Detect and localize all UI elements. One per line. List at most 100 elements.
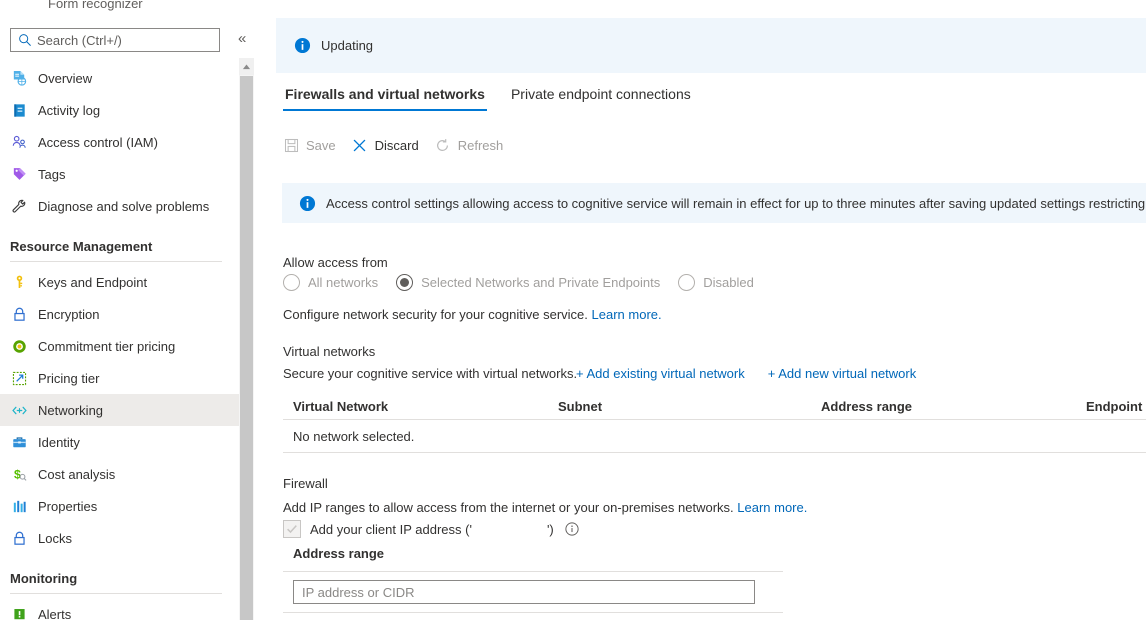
radio-disabled[interactable]: Disabled xyxy=(678,274,754,291)
activity-log-icon xyxy=(10,101,28,119)
tab-private-endpoint-connections[interactable]: Private endpoint connections xyxy=(509,86,693,111)
virtual-networks-title: Virtual networks xyxy=(283,344,375,359)
radio-label: All networks xyxy=(308,275,378,290)
column-header-address-range[interactable]: Address range xyxy=(821,399,912,414)
discard-icon xyxy=(352,137,368,153)
sidebar-item-cost-analysis[interactable]: $ Cost analysis xyxy=(0,458,240,490)
sidebar-item-activity-log[interactable]: Activity log xyxy=(0,94,240,126)
cost-analysis-icon: $ xyxy=(10,465,28,483)
save-icon xyxy=(283,137,299,153)
sidebar-scrollbar[interactable] xyxy=(239,58,254,620)
column-header-endpoint[interactable]: Endpoint xyxy=(1086,399,1142,414)
sidebar-item-alerts[interactable]: Alerts xyxy=(0,598,240,620)
sidebar-item-locks[interactable]: Locks xyxy=(0,522,240,554)
sidebar-item-label: Identity xyxy=(38,435,80,450)
sidebar-item-tags[interactable]: Tags xyxy=(0,158,240,190)
tab-label: Firewalls and virtual networks xyxy=(285,86,485,102)
sidebar-section-resource-management: Resource Management xyxy=(0,222,240,256)
sidebar-item-overview[interactable]: Overview xyxy=(0,62,240,94)
sidebar-divider xyxy=(10,593,222,594)
allow-access-from-label: Allow access from xyxy=(283,255,388,270)
alerts-icon xyxy=(10,605,28,620)
sidebar-item-label: Pricing tier xyxy=(38,371,99,386)
sidebar-item-access-control[interactable]: Access control (IAM) xyxy=(0,126,240,158)
virtual-networks-description: Secure your cognitive service with virtu… xyxy=(283,366,577,381)
add-client-ip-prefix: Add your client IP address (' xyxy=(310,522,472,537)
sidebar-item-label: Locks xyxy=(38,531,72,546)
save-button[interactable]: Save xyxy=(283,137,336,153)
tab-firewalls-and-virtual-networks[interactable]: Firewalls and virtual networks xyxy=(283,86,487,111)
add-existing-virtual-network-link[interactable]: + Add existing virtual network xyxy=(576,366,745,381)
sidebar-item-commitment-tier-pricing[interactable]: Commitment tier pricing xyxy=(0,330,240,362)
pricing-tier-icon xyxy=(10,369,28,387)
locks-icon xyxy=(10,529,28,547)
column-header-subnet[interactable]: Subnet xyxy=(558,399,602,414)
sidebar-item-identity[interactable]: Identity xyxy=(0,426,240,458)
properties-icon xyxy=(10,497,28,515)
sidebar-divider xyxy=(10,261,222,262)
diagnose-icon xyxy=(10,197,28,215)
firewall-learn-more-link[interactable]: Learn more. xyxy=(737,500,807,515)
resource-sidebar: Form recognizer « xyxy=(0,0,241,620)
sidebar-item-pricing-tier[interactable]: Pricing tier xyxy=(0,362,240,394)
column-header-virtual-network[interactable]: Virtual Network xyxy=(293,399,388,414)
azure-portal-screen: Form recognizer « xyxy=(0,0,1146,620)
add-new-virtual-network-link[interactable]: + Add new virtual network xyxy=(768,366,917,381)
tab-label: Private endpoint connections xyxy=(511,86,691,102)
sidebar-item-label: Overview xyxy=(38,71,92,86)
main-content: Updating Firewalls and virtual networks … xyxy=(265,0,1146,620)
sidebar-item-keys-and-endpoint[interactable]: Keys and Endpoint xyxy=(0,266,240,298)
add-client-ip-label: Add your client IP address (' ') xyxy=(310,522,554,537)
sidebar-item-properties[interactable]: Properties xyxy=(0,490,240,522)
allow-access-learn-more-link[interactable]: Learn more. xyxy=(592,307,662,322)
firewall-title: Firewall xyxy=(283,476,328,491)
sidebar-section-label: Monitoring xyxy=(10,571,77,586)
allow-access-radio-group: All networks Selected Networks and Priva… xyxy=(283,274,772,291)
identity-icon xyxy=(10,433,28,451)
sidebar-item-encryption[interactable]: Encryption xyxy=(0,298,240,330)
discard-button[interactable]: Discard xyxy=(352,137,419,153)
networking-icon xyxy=(10,401,28,419)
sidebar-item-label: Cost analysis xyxy=(38,467,115,482)
tab-bar: Firewalls and virtual networks Private e… xyxy=(283,86,715,111)
scrollbar-thumb[interactable] xyxy=(240,76,253,620)
sidebar-item-label: Alerts xyxy=(38,607,71,620)
status-banner-text: Updating xyxy=(321,38,373,53)
sidebar-item-networking[interactable]: Networking xyxy=(0,394,240,426)
search-input[interactable] xyxy=(37,33,202,48)
key-icon xyxy=(10,273,28,291)
save-label: Save xyxy=(306,138,336,153)
radio-circle-icon xyxy=(396,274,413,291)
allow-access-description: Configure network security for your cogn… xyxy=(283,307,662,322)
command-toolbar: Save Discard Refresh xyxy=(283,137,519,153)
info-icon xyxy=(294,37,311,54)
collapse-sidebar-button[interactable]: « xyxy=(238,30,246,48)
address-range-divider-bottom xyxy=(283,612,783,613)
commitment-tier-icon xyxy=(10,337,28,355)
search-icon xyxy=(18,33,32,47)
scroll-up-arrow-icon[interactable] xyxy=(239,58,254,75)
virtual-networks-actions: + Add existing virtual network + Add new… xyxy=(576,366,939,381)
table-row: No network selected. xyxy=(283,420,1146,453)
discard-label: Discard xyxy=(375,138,419,153)
access-control-icon xyxy=(10,133,28,151)
address-range-input[interactable] xyxy=(293,580,755,604)
radio-selected-networks-and-private-endpoints[interactable]: Selected Networks and Private Endpoints xyxy=(396,274,660,291)
sidebar-item-diagnose[interactable]: Diagnose and solve problems xyxy=(0,190,240,222)
add-client-ip-checkbox[interactable] xyxy=(283,520,301,538)
add-client-ip-row[interactable]: Add your client IP address (' ') xyxy=(283,520,579,538)
radio-circle-icon xyxy=(678,274,695,291)
info-circle-icon[interactable] xyxy=(565,522,579,536)
overview-icon xyxy=(10,69,28,87)
refresh-button[interactable]: Refresh xyxy=(435,137,504,153)
sidebar-item-label: Access control (IAM) xyxy=(38,135,158,150)
radio-all-networks[interactable]: All networks xyxy=(283,274,378,291)
address-range-label: Address range xyxy=(293,546,783,561)
status-banner: Updating xyxy=(276,18,1146,73)
search-box[interactable] xyxy=(10,28,220,52)
table-header-row: Virtual Network Subnet Address range End… xyxy=(283,394,1146,420)
tags-icon xyxy=(10,165,28,183)
add-client-ip-suffix: ') xyxy=(547,522,554,537)
info-banner: Access control settings allowing access … xyxy=(282,183,1146,223)
sidebar-item-label: Commitment tier pricing xyxy=(38,339,175,354)
